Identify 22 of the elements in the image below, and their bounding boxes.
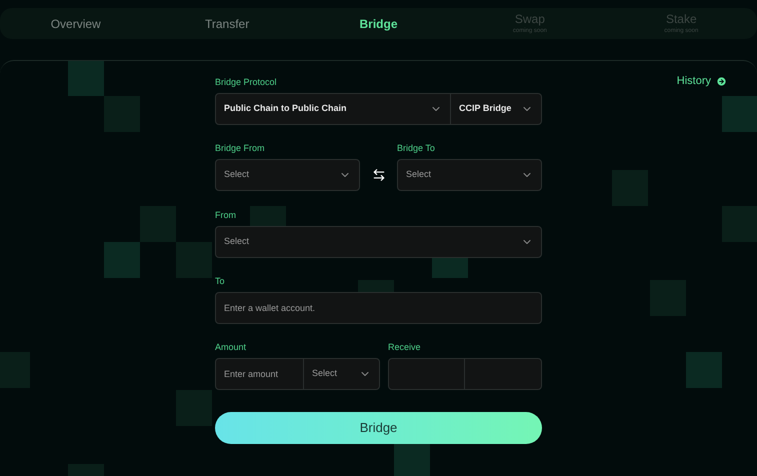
select-dropdown[interactable]: Public Chain to Public Chain: [215, 93, 451, 125]
field-label: Amount: [215, 343, 246, 352]
tab[interactable]: Transfer: [151, 8, 303, 39]
bridge-button[interactable]: Bridge: [215, 412, 542, 444]
field-label: Bridge To: [397, 144, 435, 153]
select-dropdown[interactable]: CCIP Bridge: [451, 93, 542, 125]
select-dropdown[interactable]: Select: [397, 159, 542, 191]
field-label: Bridge From: [215, 144, 265, 153]
select-dropdown[interactable]: Select: [215, 226, 542, 258]
tab[interactable]: Overview: [0, 8, 152, 39]
history-link[interactable]: History: [676, 73, 727, 90]
field-label: From: [215, 211, 236, 220]
select-dropdown[interactable]: Select: [215, 159, 360, 191]
arrow-right-icon: [716, 76, 727, 87]
field-label: Receive: [388, 343, 421, 352]
wallet-input-field[interactable]: Enter a wallet account.: [215, 292, 542, 324]
field-label: Bridge Protocol: [215, 78, 277, 87]
tab[interactable]: Bridge: [302, 8, 454, 39]
amount-input-field[interactable]: Enter amount: [215, 358, 304, 390]
swap-arrows-icon[interactable]: [372, 168, 386, 182]
field-label: To: [215, 277, 225, 286]
select-dropdown[interactable]: Select: [304, 358, 380, 390]
